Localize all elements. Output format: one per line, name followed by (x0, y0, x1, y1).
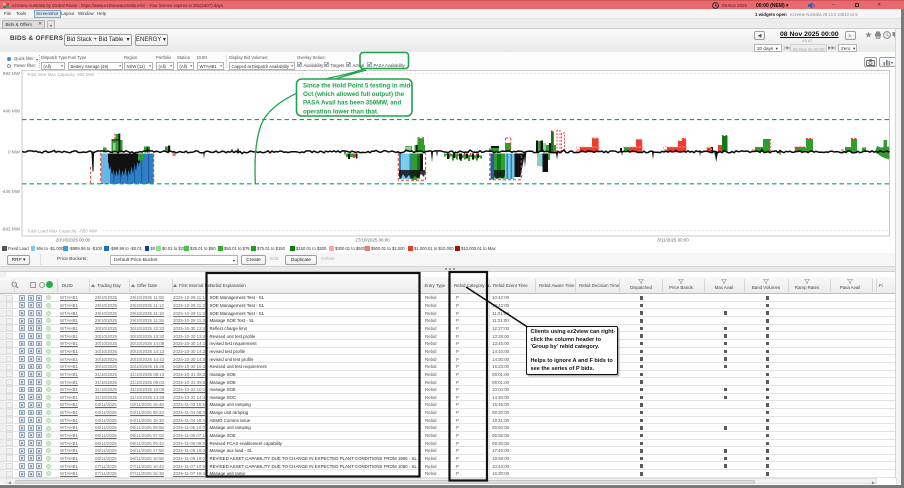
svg-text:0 MW: 0 MW (8, 150, 21, 155)
svg-text:446 MW: 446 MW (3, 108, 21, 113)
svg-text:892 MW: 892 MW (3, 71, 21, 76)
svg-text:Total Gen Max Capacity: 905 MW: Total Gen Max Capacity: 905 MW (27, 72, 95, 77)
svg-text:Total Load Max Capacity: -850: Total Load Max Capacity: -850 MW (27, 229, 98, 234)
svg-text:20/10/2025 00:00: 20/10/2025 00:00 (56, 238, 91, 243)
svg-text:27/10/2025 00:00: 27/10/2025 00:00 (355, 238, 390, 243)
svg-text:3/11/2025 00:00: 3/11/2025 00:00 (657, 238, 689, 243)
svg-text:-892 MW: -892 MW (1, 226, 20, 231)
svg-text:-446 MW: -446 MW (1, 189, 20, 194)
